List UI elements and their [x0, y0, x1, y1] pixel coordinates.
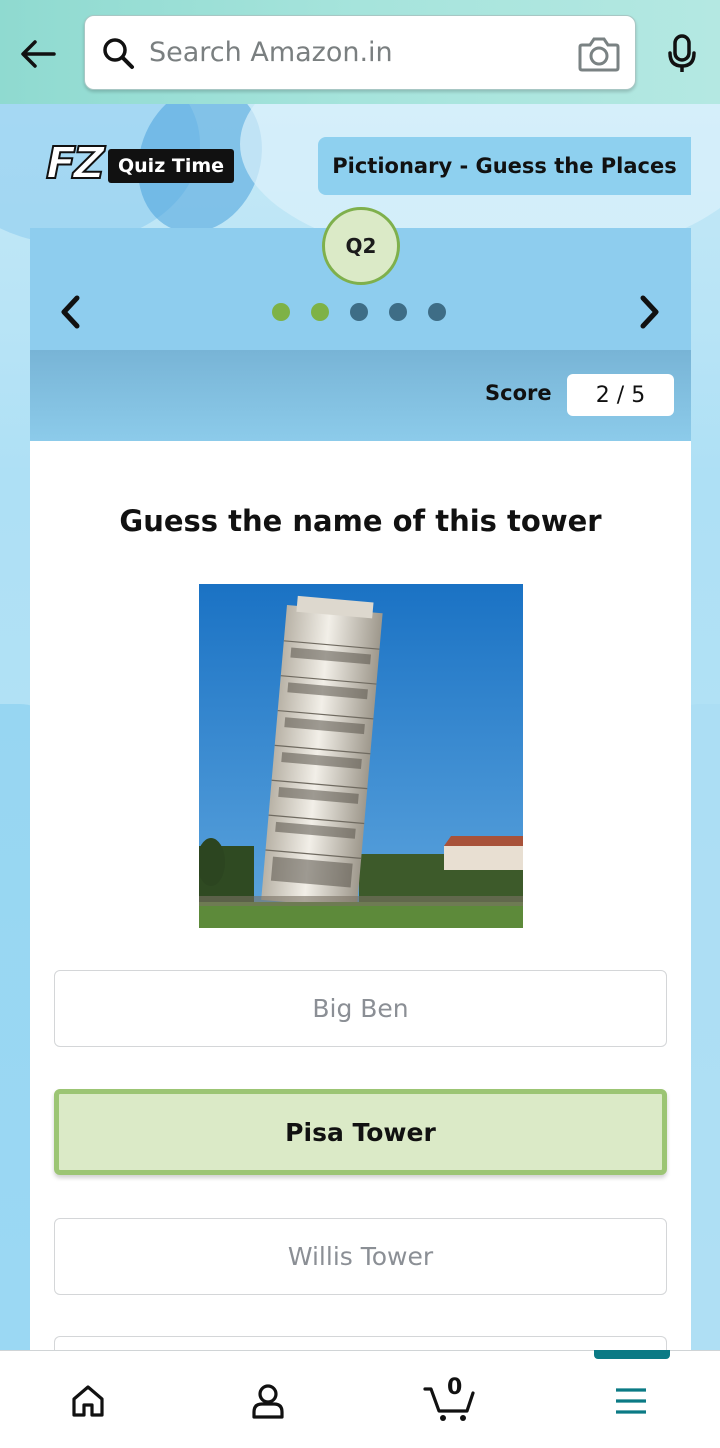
- voice-search-button[interactable]: [660, 30, 704, 78]
- next-question-button[interactable]: [630, 290, 670, 334]
- nav-account[interactable]: [238, 1373, 298, 1429]
- top-search-bar: [0, 0, 720, 104]
- account-icon: [252, 1384, 284, 1419]
- quiz-category: Pictionary - Guess the Places: [318, 137, 691, 195]
- logo-mark: FZ: [45, 137, 106, 190]
- cart-count: 0: [447, 1375, 463, 1400]
- answer-option-correct[interactable]: Pisa Tower: [54, 1089, 667, 1175]
- logo-text: Quiz Time: [108, 149, 235, 183]
- score-label: Score: [485, 381, 552, 405]
- quiz-time-logo: FZ Quiz Time: [45, 134, 236, 200]
- search-input[interactable]: [149, 32, 569, 72]
- answer-option[interactable]: Big Ben: [54, 970, 667, 1047]
- question-number-badge: Q2: [322, 207, 400, 285]
- chevron-right-icon: [640, 295, 659, 329]
- progress-dots: [272, 303, 446, 321]
- home-icon: [72, 1385, 104, 1417]
- answer-option[interactable]: Willis Tower: [54, 1218, 667, 1295]
- nav-home[interactable]: [58, 1373, 118, 1429]
- previous-question-button[interactable]: [50, 290, 90, 334]
- back-arrow-icon: [21, 40, 56, 68]
- progress-dot[interactable]: [272, 303, 290, 321]
- chevron-left-icon: [61, 295, 80, 329]
- microphone-icon: [668, 34, 696, 72]
- nav-menu[interactable]: [601, 1373, 661, 1429]
- progress-dot[interactable]: [350, 303, 368, 321]
- search-icon: [103, 38, 134, 69]
- bottom-navigation: 0: [0, 1350, 720, 1448]
- progress-dot[interactable]: [311, 303, 329, 321]
- progress-dot[interactable]: [428, 303, 446, 321]
- search-box[interactable]: [84, 15, 636, 90]
- question-image: [199, 584, 523, 928]
- score-value: 2 / 5: [567, 374, 674, 416]
- question-text: Guess the name of this tower: [119, 504, 602, 538]
- camera-icon[interactable]: [577, 34, 621, 74]
- back-button[interactable]: [14, 30, 62, 78]
- active-tab-indicator: [594, 1350, 670, 1359]
- nav-cart[interactable]: 0: [420, 1373, 480, 1429]
- menu-icon: [616, 1388, 646, 1414]
- progress-dot[interactable]: [389, 303, 407, 321]
